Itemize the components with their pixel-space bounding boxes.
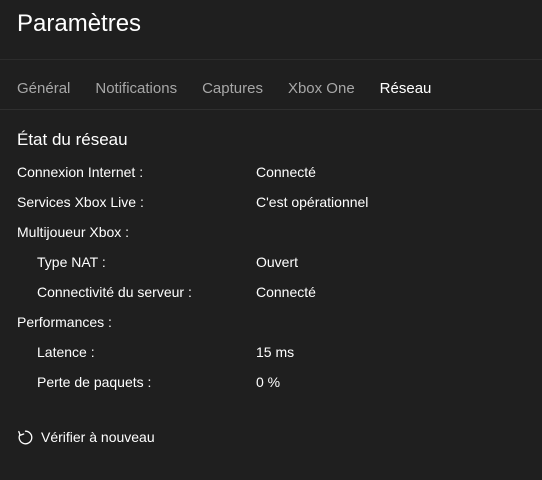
- check-again-label: Vérifier à nouveau: [41, 429, 155, 445]
- server-connectivity-value: Connecté: [256, 284, 316, 300]
- settings-window: Paramètres Général Notifications Capture…: [0, 0, 542, 480]
- tab-bar: Général Notifications Captures Xbox One …: [17, 76, 456, 100]
- latency-value: 15 ms: [256, 344, 295, 360]
- performance-label: Performances :: [17, 314, 112, 330]
- internet-connection-value: Connecté: [256, 164, 316, 180]
- status-row-xbox-live: Services Xbox Live : C'est opérationnel: [0, 187, 542, 217]
- packet-loss-label: Perte de paquets :: [37, 374, 152, 390]
- status-row-nat-type: Type NAT : Ouvert: [0, 247, 542, 277]
- xbox-multiplayer-label: Multijoueur Xbox :: [17, 224, 130, 240]
- xbox-live-services-label: Services Xbox Live :: [17, 194, 144, 210]
- server-connectivity-label: Connectivité du serveur :: [37, 284, 192, 300]
- xbox-live-services-value: C'est opérationnel: [256, 194, 369, 210]
- network-status-title: État du réseau: [17, 130, 128, 149]
- latency-label: Latence :: [37, 344, 95, 360]
- header-divider: [0, 59, 542, 60]
- tab-network[interactable]: Réseau: [380, 80, 432, 97]
- check-again-button[interactable]: Vérifier à nouveau: [17, 426, 155, 448]
- tab-captures[interactable]: Captures: [202, 80, 263, 97]
- nat-type-value: Ouvert: [256, 254, 299, 270]
- status-row-server-connectivity: Connectivité du serveur : Connecté: [0, 277, 542, 307]
- status-row-internet: Connexion Internet : Connecté: [0, 157, 542, 187]
- tab-divider: [0, 109, 542, 110]
- tab-general[interactable]: Général: [17, 80, 70, 97]
- status-row-performance: Performances :: [0, 307, 542, 337]
- nat-type-label: Type NAT :: [37, 254, 106, 270]
- refresh-icon: [17, 429, 34, 446]
- packet-loss-value: 0 %: [256, 374, 281, 390]
- status-row-latency: Latence : 15 ms: [0, 337, 542, 367]
- status-row-packet-loss: Perte de paquets : 0 %: [0, 367, 542, 397]
- internet-connection-label: Connexion Internet :: [17, 164, 144, 180]
- tab-notifications[interactable]: Notifications: [95, 80, 177, 97]
- page-title: Paramètres: [17, 10, 142, 37]
- network-status-list: Connexion Internet : Connecté Services X…: [0, 157, 542, 397]
- status-row-multiplayer: Multijoueur Xbox :: [0, 217, 542, 247]
- tab-xbox-one[interactable]: Xbox One: [288, 80, 355, 97]
